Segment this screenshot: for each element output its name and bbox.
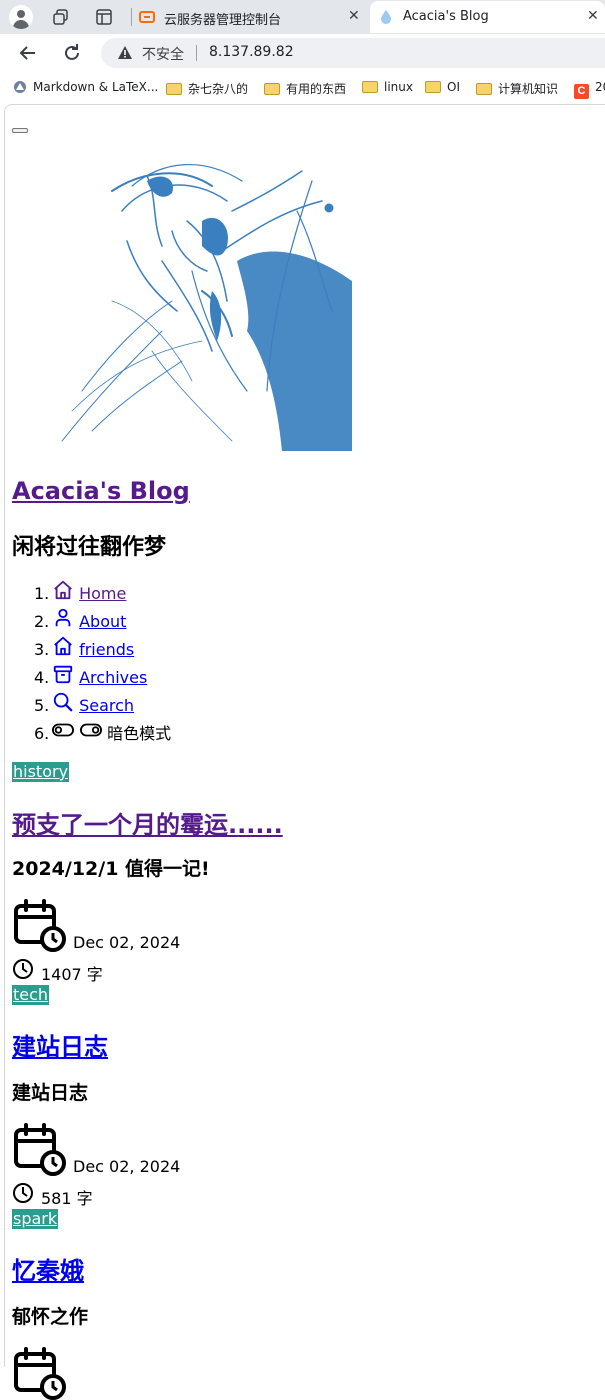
post-subtitle: 建站日志 — [12, 1082, 89, 1104]
clock-icon — [13, 959, 33, 979]
archive-icon — [53, 665, 73, 684]
bookmark-misc[interactable]: 杂七杂八的 — [166, 80, 248, 97]
bookmark-label: 杂七杂八的 — [188, 82, 249, 96]
c-brand-icon: C — [574, 84, 589, 99]
bookmark-label: 有用的东西 — [286, 82, 347, 96]
folder-icon — [425, 81, 441, 93]
folder-icon — [476, 83, 492, 95]
bookmark-useful[interactable]: 有用的东西 — [264, 80, 346, 97]
tag-link[interactable]: history — [12, 762, 70, 782]
user-icon — [55, 608, 71, 627]
tag-link[interactable]: tech — [12, 985, 50, 1005]
browser-toolbar: 不安全 8.137.89.82 — [0, 34, 605, 72]
tab-title: 云服务器管理控制台 — [164, 13, 282, 28]
nav-item-search[interactable]: 5. Search — [34, 691, 134, 717]
tab-acacia-blog[interactable]: Acacia's Blog ✕ — [370, 1, 605, 33]
post-title-link[interactable]: 忆秦娥 — [12, 1251, 84, 1286]
nav-label[interactable]: friends — [79, 640, 134, 659]
calendar-clock-icon — [14, 1123, 66, 1176]
nav-item-archives[interactable]: 4. Archives — [34, 663, 147, 689]
tab-bar: 云服务器管理控制台 ✕ Acacia's Blog ✕ — [0, 0, 605, 34]
tab-cloud-console[interactable]: 云服务器管理控制台 ✕ — [131, 1, 367, 33]
nav-label[interactable]: Archives — [79, 668, 147, 687]
home-icon — [54, 636, 72, 656]
reload-icon[interactable] — [61, 42, 83, 64]
profile-avatar-icon[interactable] — [9, 5, 33, 29]
tag-link[interactable]: spark — [12, 1209, 59, 1229]
avatar-sketch-image — [61, 164, 352, 451]
close-tab-icon[interactable]: ✕ — [587, 8, 599, 24]
address-bar[interactable]: 不安全 8.137.89.82 — [101, 38, 605, 68]
aliyun-icon — [139, 11, 155, 23]
bookmark-oi[interactable]: OI — [425, 80, 460, 94]
list-number: 2. — [34, 612, 50, 631]
bookmark-cs-knowledge[interactable]: 计算机知识 — [476, 80, 558, 97]
back-arrow-icon[interactable] — [17, 42, 39, 64]
post-subtitle: 郁怀之作 — [12, 1306, 89, 1328]
home-icon — [54, 580, 72, 600]
site-title-link[interactable]: Acacia's Blog — [12, 477, 190, 505]
nav-label[interactable]: Home — [79, 584, 126, 603]
security-label[interactable]: 不安全 — [142, 44, 184, 64]
vertical-tabs-icon[interactable] — [95, 8, 113, 26]
folder-icon — [362, 81, 378, 93]
calendar-clock-icon — [14, 1347, 66, 1400]
word-count-text: 1407 字 — [41, 965, 103, 984]
post-title-link[interactable]: 预支了一个月的霉运...... — [12, 805, 283, 840]
omnibox-divider — [196, 45, 197, 61]
nav-label[interactable]: About — [79, 612, 126, 631]
clock-icon — [13, 1183, 33, 1203]
list-number: 1. — [34, 584, 50, 603]
list-number: 5. — [34, 696, 50, 715]
url-text[interactable]: 8.137.89.82 — [209, 44, 294, 60]
toggle-off-icon[interactable] — [52, 719, 74, 741]
close-tab-icon[interactable]: ✕ — [348, 8, 360, 24]
menu-toggle-button[interactable] — [12, 128, 28, 133]
date-text: Dec 02, 2024 — [73, 1157, 181, 1176]
nav-item-about[interactable]: 2. About — [34, 607, 126, 633]
water-drop-icon — [381, 10, 391, 24]
word-count-text: 581 字 — [41, 1189, 93, 1208]
post-title-link[interactable]: 建站日志 — [12, 1027, 108, 1062]
list-number: 4. — [34, 668, 50, 687]
tab-title: Acacia's Blog — [403, 9, 489, 24]
nav-item-home[interactable]: 1. Home — [34, 579, 126, 605]
list-number: 6. — [34, 724, 50, 743]
nav-label: 暗色模式 — [107, 724, 172, 743]
folder-icon — [166, 83, 182, 95]
bookmark-markdown-latex[interactable]: Markdown & LaTeX... — [13, 80, 158, 94]
calendar-clock-icon — [14, 899, 66, 952]
markdown-icon — [14, 81, 26, 93]
folder-icon — [264, 83, 280, 95]
bookmark-label: 计算机知识 — [498, 82, 559, 96]
nav-item-dark-mode[interactable]: 6. 暗色模式 — [34, 719, 171, 745]
date-text: Dec 02, 2024 — [73, 933, 181, 952]
bookmark-label: linux — [384, 80, 413, 94]
nav-label[interactable]: Search — [79, 696, 134, 715]
bookmark-label: OI — [447, 80, 460, 94]
search-icon — [53, 692, 73, 712]
bookmark-label: Markdown & LaTeX... — [33, 80, 159, 94]
bookmark-label: 20 — [595, 80, 605, 94]
bookmark-linux[interactable]: linux — [362, 80, 413, 94]
toggle-on-icon[interactable] — [80, 719, 102, 741]
workspaces-icon[interactable] — [52, 8, 70, 26]
post-subtitle: 2024/12/1 值得一记! — [12, 858, 210, 880]
warning-icon[interactable] — [117, 45, 133, 61]
bookmarks-bar: Markdown & LaTeX... 杂七杂八的 有用的东西 linux OI… — [0, 72, 605, 104]
nav-item-friends[interactable]: 3. friends — [34, 635, 134, 661]
list-number: 3. — [34, 640, 50, 659]
site-subtitle: 闲将过往翻作梦 — [12, 535, 167, 560]
bookmark-c[interactable]: C 20 — [574, 80, 605, 99]
